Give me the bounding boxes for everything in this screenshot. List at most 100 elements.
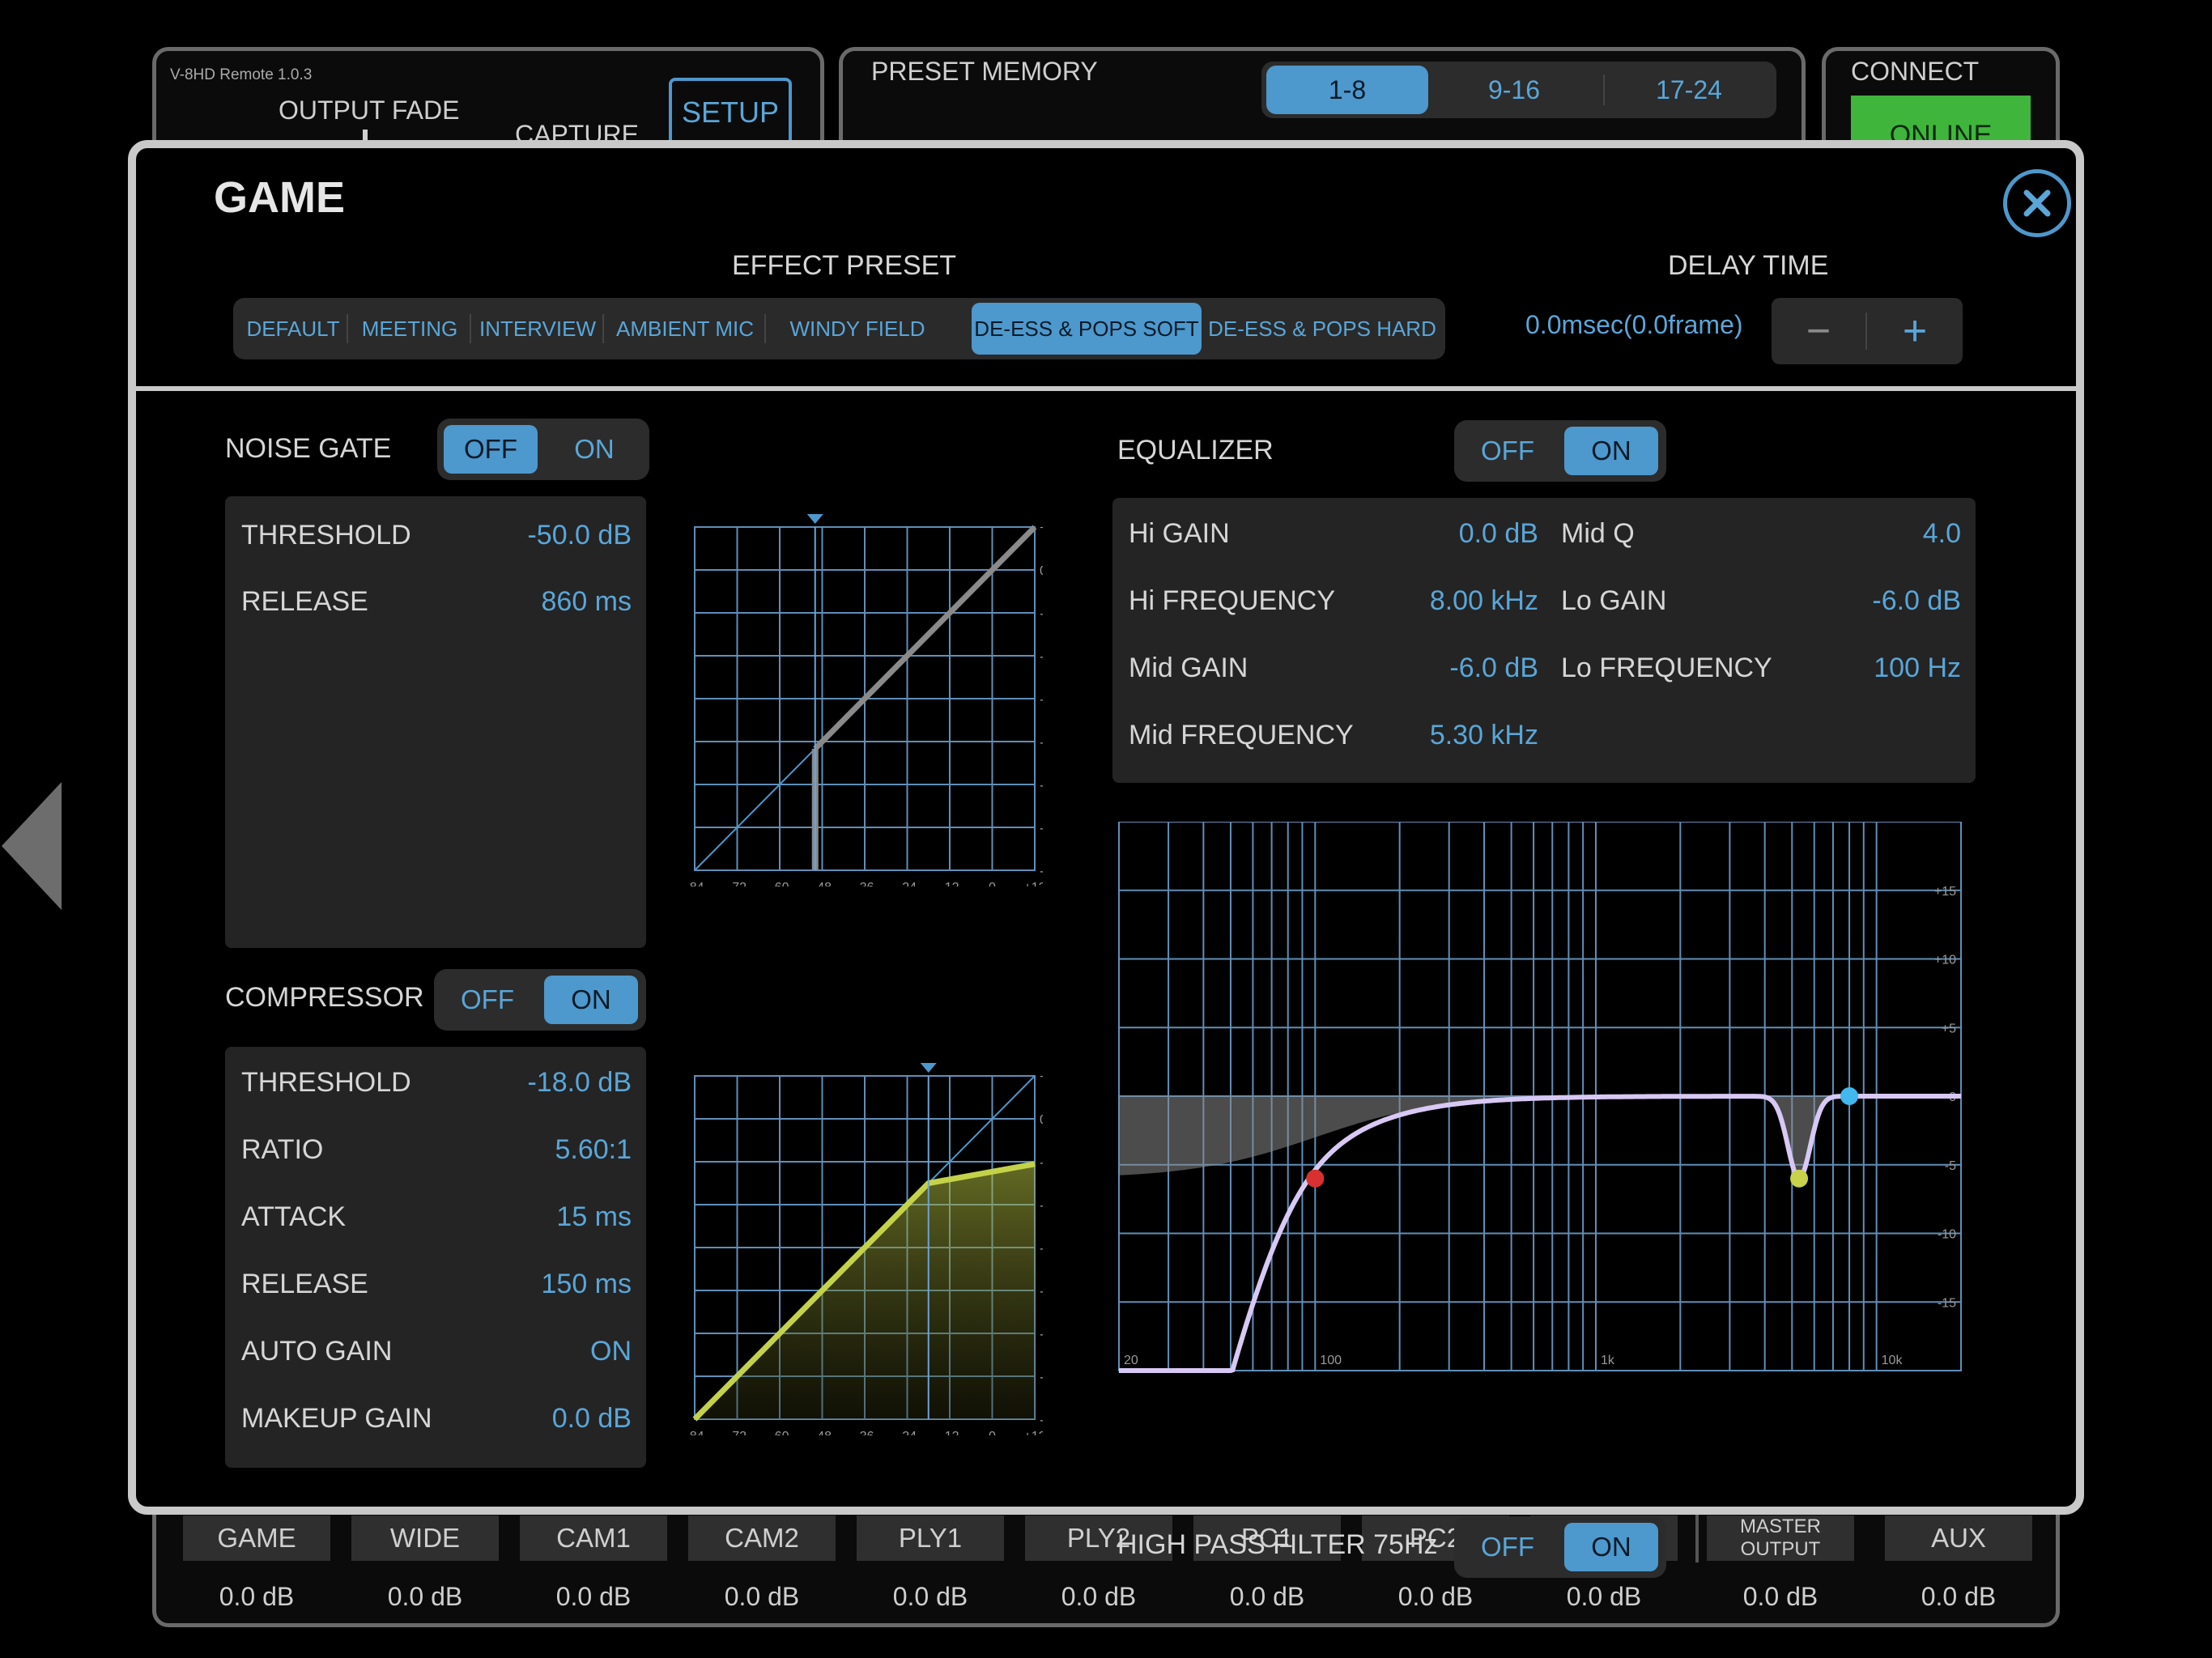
axis-tick-label: -72: [1040, 1371, 1043, 1384]
online-button[interactable]: ONLINE: [1851, 96, 2031, 151]
channel-strip-divider: [1695, 1514, 1699, 1562]
param-value: 8.00 kHz: [1429, 585, 1538, 616]
compressor-attack-row[interactable]: ATTACK 15 ms: [241, 1192, 632, 1241]
channel-button-game[interactable]: GAME: [183, 1516, 330, 1561]
close-icon: [2023, 189, 2051, 217]
equalizer-on-button[interactable]: ON: [1564, 427, 1658, 475]
preset-page-1-8[interactable]: 1-8: [1266, 66, 1428, 114]
axis-tick-label: 100: [1320, 1354, 1342, 1367]
channel-button-cam1[interactable]: CAM1: [520, 1516, 667, 1561]
param-value: 150 ms: [541, 1268, 632, 1299]
param-value: 0.0 dB: [551, 1402, 632, 1434]
param-name: AUTO GAIN: [241, 1335, 393, 1367]
channel-level: 0.0 dB: [219, 1581, 295, 1611]
close-button[interactable]: [2003, 169, 2071, 237]
noise-gate-on-button[interactable]: ON: [547, 425, 641, 474]
channel-button-aux[interactable]: AUX: [1885, 1516, 2032, 1561]
param-name: ATTACK: [241, 1201, 347, 1232]
eq-lo-point-icon: [1306, 1169, 1325, 1188]
axis-tick-label: -36: [855, 881, 874, 886]
axis-tick-label: -60: [770, 881, 789, 886]
eq-lo-gain-row[interactable]: Lo GAIN -6.0 dB: [1561, 576, 1961, 625]
preset-page-17-24[interactable]: 17-24: [1608, 62, 1770, 118]
preset-divider: [602, 314, 604, 343]
eq-mid-frequency-row[interactable]: Mid FREQUENCY 5.30 kHz: [1129, 711, 1538, 759]
effect-preset-selector: DEFAULT MEETING INTERVIEW AMBIENT MIC WI…: [233, 298, 1445, 359]
axis-tick-label: -36: [855, 1430, 874, 1435]
axis-tick-label: -84: [1040, 865, 1043, 878]
channel-level: 0.0 dB: [1921, 1581, 1997, 1611]
channel-button-ply1[interactable]: PLY1: [857, 1516, 1004, 1561]
channel-level: 0.0 dB: [1397, 1581, 1474, 1611]
preset-page-9-16[interactable]: 9-16: [1433, 62, 1595, 118]
preset-windy-field[interactable]: WINDY FIELD: [768, 303, 947, 355]
eq-hi-gain-row[interactable]: Hi GAIN 0.0 dB: [1129, 509, 1538, 558]
axis-tick-label: -48: [813, 881, 832, 886]
axis-tick-label: -72: [728, 881, 747, 886]
param-value: 5.30 kHz: [1429, 719, 1538, 750]
channel-button-master-output[interactable]: MASTER OUTPUT: [1707, 1516, 1854, 1561]
compressor-on-button[interactable]: ON: [544, 976, 638, 1024]
param-value: 15 ms: [556, 1201, 632, 1232]
eq-lo-frequency-row[interactable]: Lo FREQUENCY 100 Hz: [1561, 644, 1961, 692]
noise-gate-release-row[interactable]: RELEASE 860 ms: [241, 577, 632, 626]
preset-default[interactable]: DEFAULT: [240, 303, 347, 355]
param-name: RATIO: [241, 1133, 324, 1165]
param-name: RELEASE: [241, 1268, 368, 1299]
eq-mid-q-row[interactable]: Mid Q 4.0: [1561, 509, 1961, 558]
equalizer-label: EQUALIZER: [1117, 435, 1274, 466]
compressor-makeup-gain-row[interactable]: MAKEUP GAIN 0.0 dB: [241, 1394, 632, 1443]
axis-tick-label: -72: [1040, 822, 1043, 835]
high-pass-filter-on-button[interactable]: ON: [1564, 1523, 1658, 1571]
compressor-threshold-row[interactable]: THRESHOLD -18.0 dB: [241, 1058, 632, 1107]
compressor-params: THRESHOLD -18.0 dB RATIO 5.60:1 ATTACK 15 m…: [225, 1047, 646, 1468]
minus-icon: −: [1806, 308, 1831, 355]
threshold-marker-icon: [806, 514, 823, 524]
preset-de-ess-pops-hard[interactable]: DE-ESS & POPS HARD: [1205, 303, 1440, 355]
axis-tick-label: +12: [1040, 1070, 1043, 1084]
output-fade-label: OUTPUT FADE: [279, 96, 460, 125]
axis-tick-label: 0: [989, 881, 996, 886]
param-name: Hi GAIN: [1129, 517, 1230, 549]
eq-shaded-area: [1119, 1096, 1961, 1179]
delay-increase-button[interactable]: +: [1867, 298, 1963, 364]
axis-tick-label: -5: [1945, 1159, 1956, 1173]
param-name: RELEASE: [241, 585, 368, 617]
axis-tick-label: +12: [1023, 1430, 1043, 1435]
compressor-off-button[interactable]: OFF: [440, 976, 534, 1024]
equalizer-toggle: OFF ON: [1454, 420, 1666, 482]
delay-time-value: 0.0msec(0.0frame): [1525, 310, 1743, 339]
param-name: THRESHOLD: [241, 1066, 411, 1098]
high-pass-filter-toggle: OFF ON: [1454, 1516, 1666, 1578]
noise-gate-graph: +12 0 -12 -24 -36 -48 -60 -72 -84 -84 -72 -60 -48 -36…: [685, 514, 1043, 886]
prev-arrow-icon[interactable]: [0, 777, 65, 915]
preset-interview[interactable]: INTERVIEW: [473, 303, 602, 355]
channel-button-cam2[interactable]: CAM2: [688, 1516, 836, 1561]
setup-label: SETUP: [681, 96, 780, 129]
preset-de-ess-pops-soft[interactable]: DE-ESS & POPS SOFT: [972, 303, 1202, 355]
axis-tick-label: +15: [1934, 885, 1956, 899]
axis-tick-label: -15: [1938, 1296, 1956, 1310]
compressor-auto-gain-row[interactable]: AUTO GAIN ON: [241, 1327, 632, 1375]
setup-button[interactable]: SETUP: [669, 78, 792, 147]
noise-gate-threshold-row[interactable]: THRESHOLD -50.0 dB: [241, 511, 632, 559]
eq-hi-frequency-row[interactable]: Hi FREQUENCY 8.00 kHz: [1129, 576, 1538, 625]
compressor-release-row[interactable]: RELEASE 150 ms: [241, 1260, 632, 1308]
channel-level: 0.0 dB: [1566, 1581, 1642, 1611]
preset-meeting[interactable]: MEETING: [350, 303, 470, 355]
axis-tick-label: -10: [1938, 1228, 1956, 1242]
channel-level: 0.0 dB: [555, 1581, 632, 1611]
noise-gate-off-button[interactable]: OFF: [444, 425, 538, 474]
channel-level: 0.0 dB: [387, 1581, 463, 1611]
equalizer-off-button[interactable]: OFF: [1461, 427, 1555, 475]
preset-ambient-mic[interactable]: AMBIENT MIC: [606, 303, 764, 355]
channel-button-wide[interactable]: WIDE: [351, 1516, 499, 1561]
delay-decrease-button[interactable]: −: [1772, 298, 1865, 364]
axis-tick-label: +5: [1942, 1022, 1956, 1035]
compressor-ratio-row[interactable]: RATIO 5.60:1: [241, 1125, 632, 1174]
param-name: MAKEUP GAIN: [241, 1402, 432, 1434]
high-pass-filter-off-button[interactable]: OFF: [1461, 1523, 1555, 1571]
eq-mid-gain-row[interactable]: Mid GAIN -6.0 dB: [1129, 644, 1538, 692]
connect-label: CONNECT: [1851, 57, 1980, 86]
effect-dialog: GAME EFFECT PRESET DEFAULT MEETING INTER…: [128, 140, 2084, 1578]
